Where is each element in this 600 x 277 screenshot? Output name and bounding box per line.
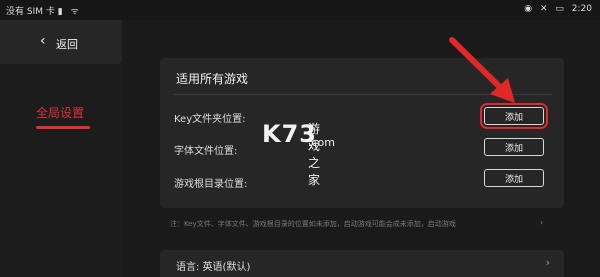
font-file-label: 字体文件位置: — [174, 146, 238, 157]
status-text: 没有 SIM 卡 — [6, 7, 55, 17]
language-row[interactable]: 语言: 英语(默认) › — [160, 250, 564, 277]
back-label: 返回 — [56, 38, 78, 51]
status-bar: 没有 SIM 卡 ▮ ᯤ ◉ ✕ ▭ 2:20 — [0, 0, 600, 20]
add-font-file-button[interactable]: 添加 — [484, 138, 544, 156]
battery-icon: ▭ — [555, 4, 564, 14]
divider — [174, 94, 552, 95]
clock: 2:20 — [571, 4, 592, 14]
panel-title: 适用所有游戏 — [176, 72, 249, 86]
sidebar: ‹ 返回 全局设置 — [0, 20, 122, 277]
note-text: 注：Key文件、字体文件、游戏根目录的位置如未添加，启动游戏可能会成未添加，启动… — [170, 220, 456, 228]
sidebar-item-global-settings[interactable]: 全局设置 — [36, 104, 84, 121]
sim-icon: ▮ — [57, 7, 63, 17]
settings-panel: 适用所有游戏 Key文件夹位置: 添加 字体文件位置: 添加 游戏根目录位置: … — [160, 58, 564, 208]
eye-icon: ◉ — [524, 4, 533, 14]
back-button[interactable]: ‹ 返回 — [0, 20, 122, 64]
chevron-right-icon: › — [540, 218, 544, 227]
add-key-folder-button[interactable]: 添加 — [480, 103, 548, 129]
add-game-root-button[interactable]: 添加 — [484, 169, 544, 187]
language-label: 语言: 英语(默认) — [176, 262, 251, 273]
key-folder-label: Key文件夹位置: — [174, 114, 246, 125]
mute-icon: ✕ — [539, 4, 548, 14]
selected-indicator — [36, 126, 90, 129]
signal-icon: ᯤ — [70, 7, 79, 17]
chevron-left-icon: ‹ — [40, 33, 46, 49]
chevron-right-icon: › — [545, 256, 550, 269]
game-root-label: 游戏根目录位置: — [174, 179, 248, 190]
